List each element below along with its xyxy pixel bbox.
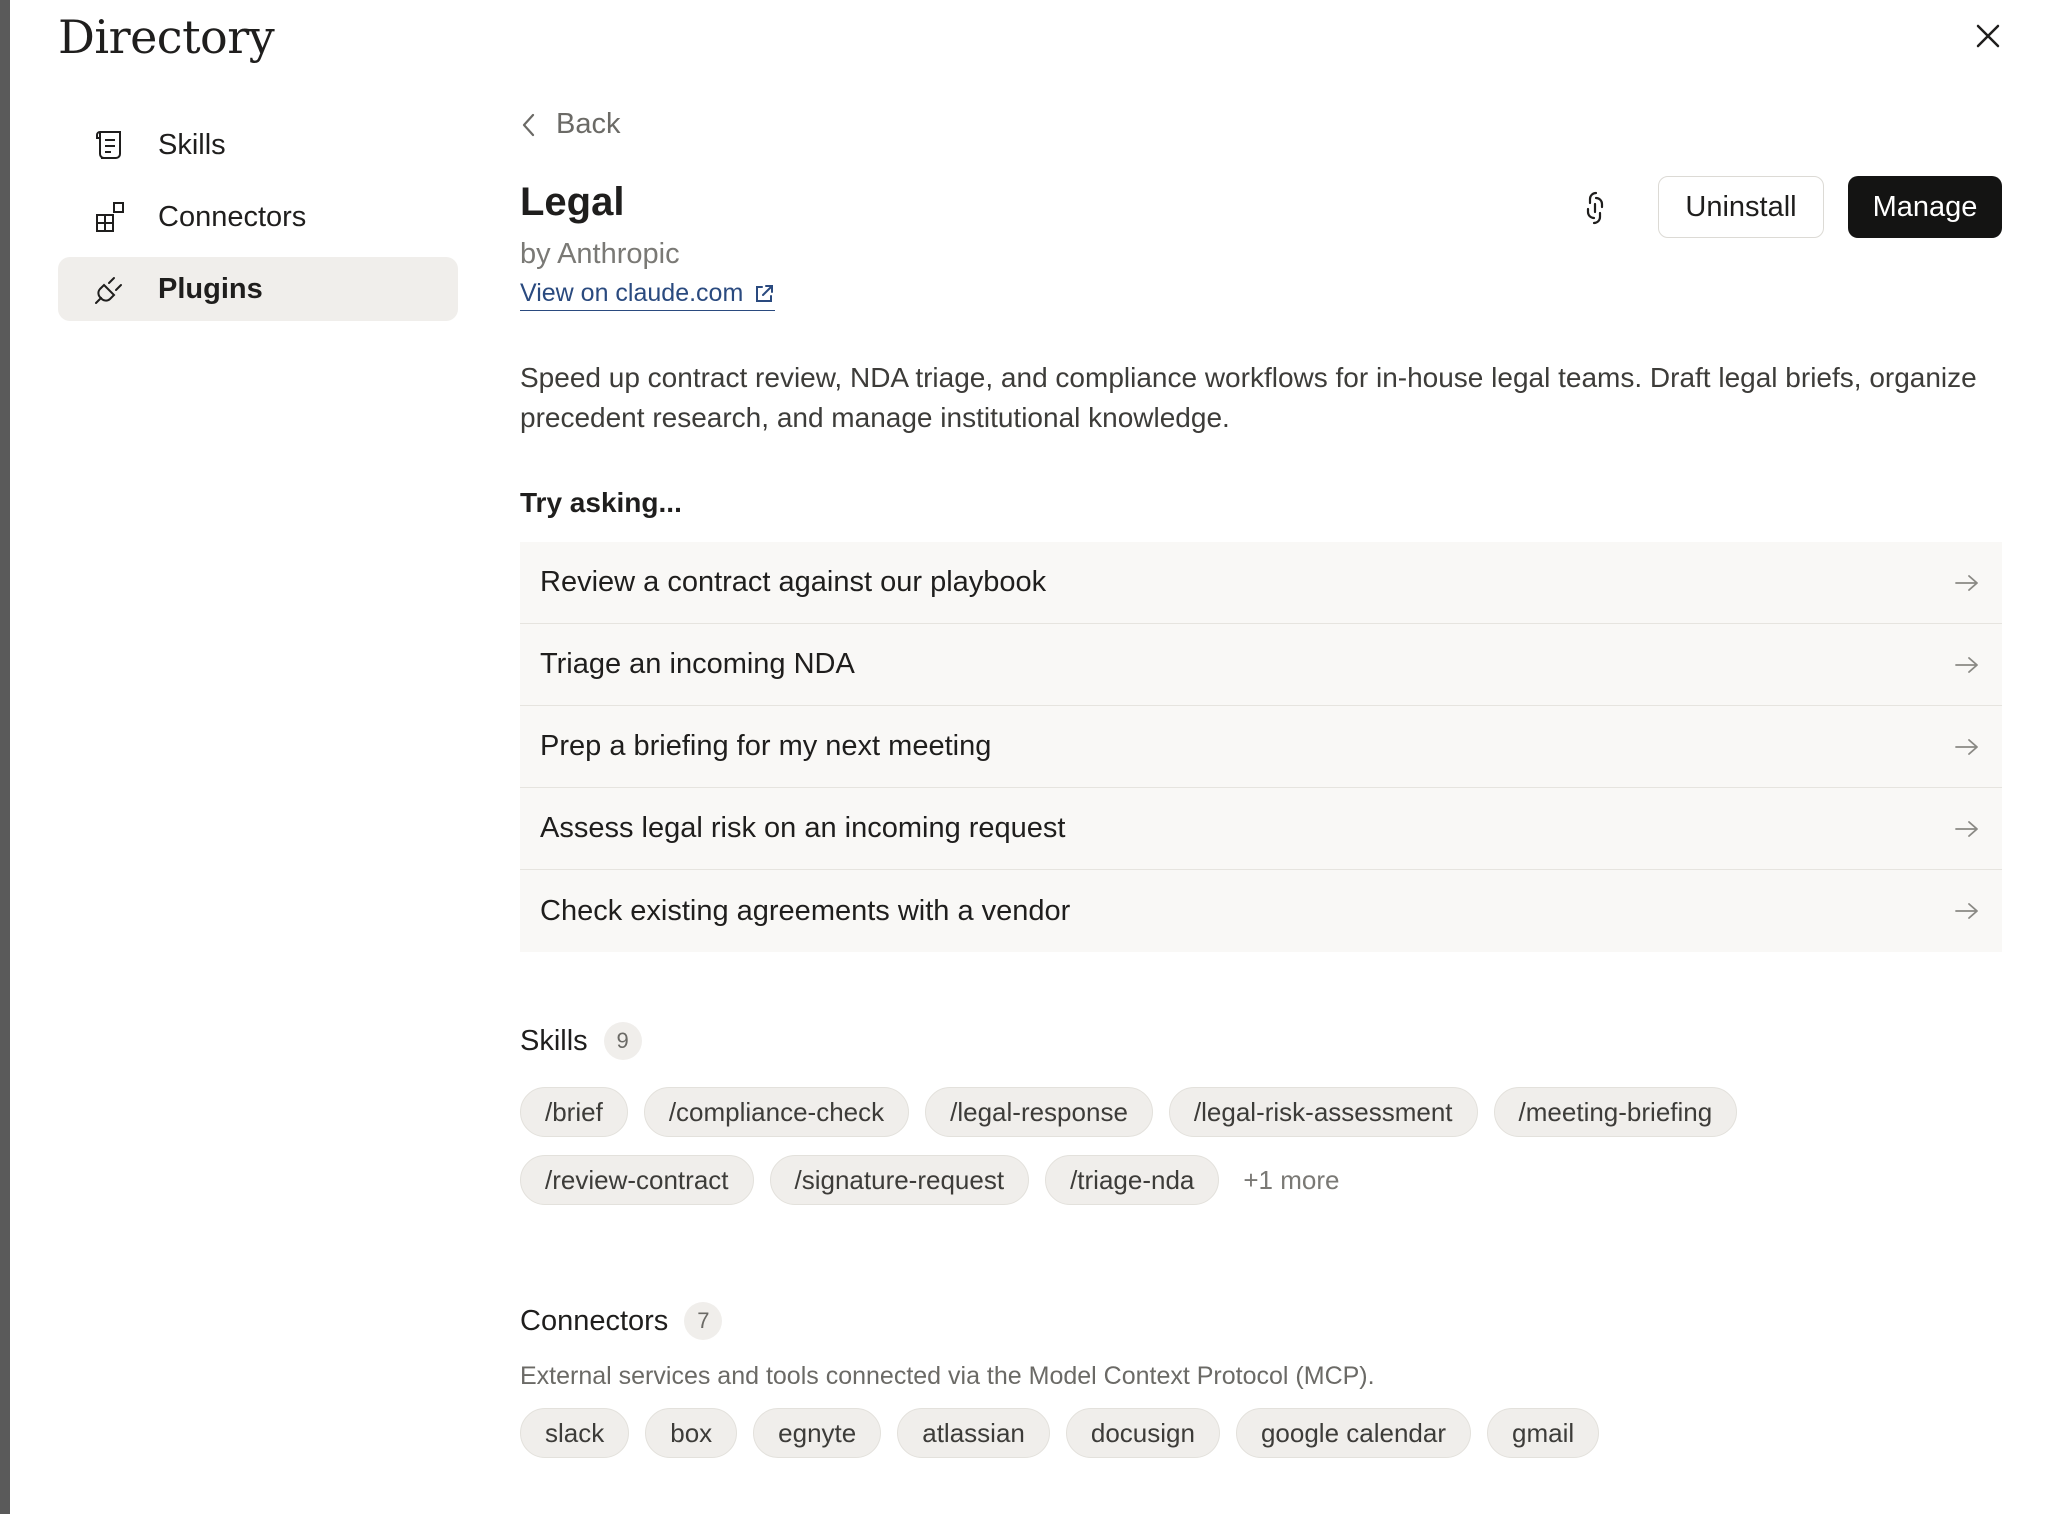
link-icon — [1586, 191, 1604, 225]
view-on-claude-link[interactable]: View on claude.com — [520, 279, 776, 311]
connectors-chip-list: slack box egnyte atlassian docusign goog… — [520, 1408, 2002, 1476]
skills-label: Skills — [520, 1024, 588, 1057]
prompt-item[interactable]: Prep a briefing for my next meeting — [520, 706, 2002, 788]
plugin-author: by Anthropic — [520, 238, 680, 270]
skill-chip[interactable]: /signature-request — [769, 1155, 1030, 1205]
connectors-icon — [92, 199, 128, 235]
view-link-label: View on claude.com — [520, 279, 744, 307]
skill-chip[interactable]: /review-contract — [520, 1155, 754, 1205]
prompt-text: Assess legal risk on an incoming request — [540, 812, 1066, 844]
sidebar-item-label: Plugins — [158, 272, 263, 305]
skills-header: Skills 9 — [520, 1022, 642, 1060]
prompt-item[interactable]: Triage an incoming NDA — [520, 624, 2002, 706]
sidebar-item-skills[interactable]: Skills — [58, 113, 458, 177]
prompt-text: Triage an incoming NDA — [540, 648, 855, 680]
skills-count-badge: 9 — [603, 1022, 642, 1060]
arrow-right-icon — [1954, 897, 1982, 925]
sidebar-item-plugins[interactable]: Plugins — [58, 257, 458, 321]
prompt-item[interactable]: Check existing agreements with a vendor — [520, 870, 2002, 952]
sidebar-item-connectors[interactable]: Connectors — [58, 185, 458, 249]
close-button[interactable] — [1968, 16, 2008, 56]
scroll-icon — [92, 127, 128, 163]
prompt-list: Review a contract against our playbook T… — [520, 542, 2002, 952]
plugin-description: Speed up contract review, NDA triage, an… — [520, 362, 1977, 433]
sidebar-item-label: Skills — [158, 128, 226, 161]
prompt-text: Prep a briefing for my next meeting — [540, 730, 992, 762]
connector-chip[interactable]: egnyte — [753, 1408, 882, 1458]
connector-chip[interactable]: gmail — [1487, 1408, 1600, 1458]
external-link-icon — [753, 283, 775, 305]
prompt-item[interactable]: Assess legal risk on an incoming request — [520, 788, 2002, 870]
uninstall-button[interactable]: Uninstall — [1658, 176, 1824, 238]
connector-chip[interactable]: google calendar — [1235, 1408, 1471, 1458]
skills-chip-list: /brief /compliance-check /legal-response… — [520, 1087, 2002, 1223]
skill-chip[interactable]: /meeting-briefing — [1493, 1087, 1738, 1137]
manage-button[interactable]: Manage — [1848, 176, 2002, 238]
prompt-text: Check existing agreements with a vendor — [540, 894, 1071, 927]
skill-chip[interactable]: /brief — [520, 1087, 628, 1137]
skill-chip[interactable]: /compliance-check — [643, 1087, 910, 1137]
skill-chip[interactable]: /legal-response — [925, 1087, 1153, 1137]
arrow-right-icon — [1954, 733, 1982, 761]
connectors-header: Connectors 7 — [520, 1302, 723, 1340]
plugin-title: Legal — [520, 180, 625, 224]
connector-chip[interactable]: slack — [520, 1408, 630, 1458]
prompt-text: Review a contract against our playbook — [540, 566, 1047, 598]
directory-modal: Directory Skills Connectors Plugins Back… — [10, 0, 2048, 1514]
sidebar-item-label: Connectors — [158, 200, 307, 233]
prompt-item[interactable]: Review a contract against our playbook — [520, 542, 2002, 624]
back-label: Back — [556, 108, 621, 140]
connectors-label: Connectors — [520, 1304, 669, 1337]
skills-more-link[interactable]: +1 more — [1235, 1155, 1339, 1205]
arrow-right-icon — [1954, 651, 1982, 679]
connector-chip[interactable]: box — [645, 1408, 738, 1458]
connectors-count-badge: 7 — [684, 1302, 723, 1340]
skill-chip[interactable]: /legal-risk-assessment — [1168, 1087, 1478, 1137]
back-button[interactable]: Back — [520, 108, 620, 141]
connector-chip[interactable]: atlassian — [897, 1408, 1050, 1458]
copy-link-button[interactable] — [1575, 186, 1615, 230]
sidebar: Skills Connectors Plugins — [58, 113, 458, 329]
connectors-description: External services and tools connected vi… — [520, 1362, 1375, 1390]
connector-chip[interactable]: docusign — [1065, 1408, 1220, 1458]
directory-title: Directory — [58, 10, 275, 64]
skill-chip[interactable]: /triage-nda — [1045, 1155, 1220, 1205]
plug-icon — [92, 271, 128, 307]
close-icon — [1976, 24, 2000, 48]
arrow-right-icon — [1954, 815, 1982, 843]
arrow-right-icon — [1954, 569, 1982, 597]
chevron-left-icon — [520, 111, 544, 139]
try-asking-heading: Try asking... — [520, 487, 682, 518]
